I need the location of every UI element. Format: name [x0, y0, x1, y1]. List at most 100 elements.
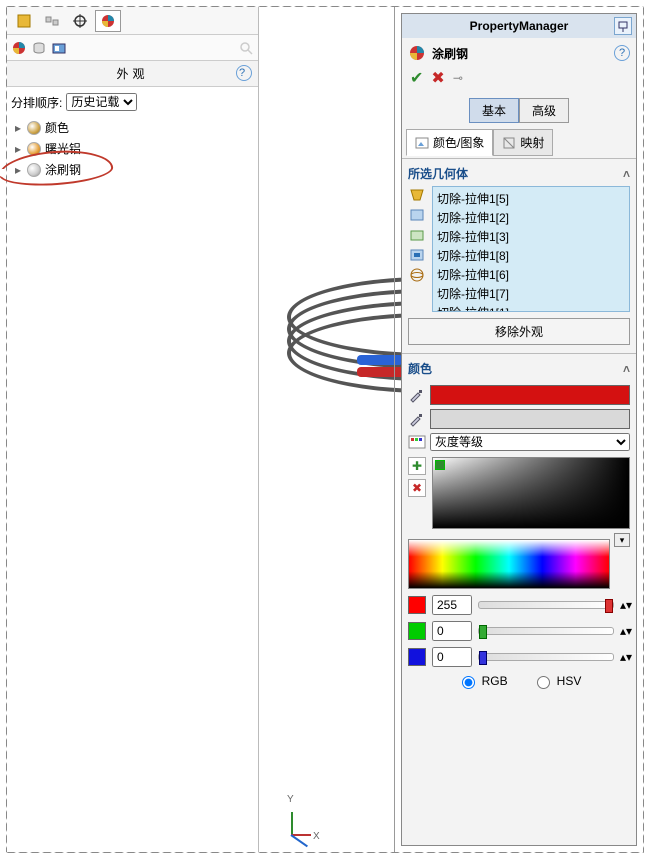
- pm-tabs: 颜色/图象 映射: [402, 127, 636, 158]
- ok-button[interactable]: ✔: [410, 68, 423, 88]
- sort-select[interactable]: 历史记载: [66, 93, 137, 111]
- appearance-tree: ▸ 颜色 ▸ 曙光铝 ▸ 涂刷钢: [7, 117, 258, 180]
- pm-title-bar: PropertyManager: [402, 14, 636, 38]
- hue-picker[interactable]: [408, 539, 610, 589]
- shade-selector[interactable]: [435, 460, 445, 470]
- geometry-section: 所选几何体 ˄ 切除-拉伸1[5] 切除-拉伸1[2] 切除-拉伸1[3] 切除…: [402, 158, 636, 353]
- b-slider[interactable]: [478, 653, 614, 661]
- property-manager: PropertyManager 涂刷钢 ? ✔ ✖ ⊸ 基本 高级 颜色/图象: [401, 13, 637, 846]
- r-swatch: [408, 596, 426, 614]
- pm-head: 涂刷钢 ?: [402, 38, 636, 68]
- target-icon[interactable]: [67, 10, 93, 32]
- axis-x-label: X: [313, 831, 320, 842]
- list-item: 切除-拉伸1[8]: [435, 246, 627, 265]
- db-icon[interactable]: [31, 40, 47, 56]
- add-color-button[interactable]: ✚: [408, 457, 426, 475]
- hsv-radio[interactable]: HSV: [532, 673, 582, 689]
- filter-feature-icon[interactable]: [408, 246, 428, 264]
- colorspace-row: RGB HSV: [408, 667, 630, 691]
- list-item: 切除-拉伸1[7]: [435, 284, 627, 303]
- sort-label: 分排顺序:: [11, 94, 62, 111]
- mode-row: 基本 高级: [402, 94, 636, 127]
- expand-icon[interactable]: ▸: [13, 121, 23, 135]
- eyedropper-icon[interactable]: [408, 387, 424, 403]
- geometry-header: 所选几何体: [408, 165, 468, 182]
- remove-appearance-button[interactable]: 移除外观: [408, 318, 630, 345]
- view-triad[interactable]: Y X: [281, 798, 325, 842]
- rgb-radio[interactable]: RGB: [457, 673, 508, 689]
- list-item: 切除-拉伸1[6]: [435, 265, 627, 284]
- grayscale-select[interactable]: 灰度等级: [430, 433, 630, 451]
- cancel-button[interactable]: ✖: [431, 68, 444, 88]
- help-icon[interactable]: ?: [236, 65, 252, 81]
- appearance-panel-title: 外观 ?: [7, 61, 258, 87]
- filter-body-icon[interactable]: [408, 206, 428, 224]
- search-icon[interactable]: [238, 40, 254, 56]
- appearance-title-text: 外观: [116, 65, 148, 82]
- pushpin-icon[interactable]: [614, 17, 632, 35]
- config-icon[interactable]: [39, 10, 65, 32]
- swatch-icon: [27, 163, 41, 177]
- shade-picker[interactable]: [432, 457, 630, 529]
- color-ball-icon[interactable]: [11, 40, 27, 56]
- axis-y-label: Y: [287, 794, 294, 836]
- mode-basic-button[interactable]: 基本: [469, 98, 519, 123]
- expand-icon[interactable]: ▸: [13, 142, 23, 156]
- swatch-icon: [27, 142, 41, 156]
- left-sub-strip: [7, 35, 258, 61]
- appearance-ball-icon: [408, 44, 426, 62]
- swatch-icon: [27, 121, 41, 135]
- color-section: 颜色 ˄ 灰度等级 ✚ ✖: [402, 353, 636, 699]
- eyedropper-icon[interactable]: [408, 411, 424, 427]
- spinner-icon[interactable]: ▴▾: [620, 598, 630, 612]
- tree-item-label: 曙光铝: [45, 140, 81, 157]
- feature-tree-icon[interactable]: [11, 10, 37, 32]
- list-item: 切除-拉伸1[1]: [435, 303, 627, 312]
- help-icon[interactable]: ?: [614, 45, 630, 61]
- model-viewport[interactable]: C Y X: [259, 7, 395, 852]
- list-item: 切除-拉伸1[2]: [435, 208, 627, 227]
- pm-name: 涂刷钢: [432, 45, 468, 62]
- tree-item[interactable]: ▸ 颜色: [13, 117, 252, 138]
- r-row: ▴▾: [408, 595, 630, 615]
- g-input[interactable]: [432, 621, 472, 641]
- expand-icon[interactable]: ▸: [13, 163, 23, 177]
- b-swatch: [408, 648, 426, 666]
- tree-item-brushed-steel[interactable]: ▸ 涂刷钢: [13, 159, 252, 180]
- list-item: 切除-拉伸1[5]: [435, 189, 627, 208]
- b-input[interactable]: [432, 647, 472, 667]
- spinner-icon[interactable]: ▴▾: [620, 624, 630, 638]
- list-item: 切除-拉伸1[3]: [435, 227, 627, 246]
- sort-row: 分排顺序: 历史记载: [7, 87, 258, 117]
- r-input[interactable]: [432, 595, 472, 615]
- tree-item[interactable]: ▸ 曙光铝: [13, 138, 252, 159]
- remove-color-button[interactable]: ✖: [408, 479, 426, 497]
- mode-advanced-button[interactable]: 高级: [519, 98, 569, 123]
- pm-title: PropertyManager: [470, 19, 569, 33]
- geometry-list[interactable]: 切除-拉伸1[5] 切除-拉伸1[2] 切除-拉伸1[3] 切除-拉伸1[8] …: [432, 186, 630, 312]
- tab-mapping[interactable]: 映射: [493, 129, 553, 156]
- tree-item-label: 颜色: [45, 119, 69, 136]
- secondary-color-swatch[interactable]: [430, 409, 630, 429]
- filter-face-icon[interactable]: [408, 226, 428, 244]
- mapping-icon: [502, 136, 516, 150]
- primary-color-swatch[interactable]: [430, 385, 630, 405]
- r-slider[interactable]: [478, 601, 614, 609]
- collapse-icon[interactable]: ˄: [623, 167, 630, 181]
- ok-cancel-row: ✔ ✖ ⊸: [402, 68, 636, 94]
- tab-color-image[interactable]: 颜色/图象: [406, 129, 493, 156]
- g-swatch: [408, 622, 426, 640]
- color-header: 颜色: [408, 360, 432, 377]
- hue-dropdown-icon[interactable]: ▾: [614, 533, 630, 547]
- appearance-tab-icon[interactable]: [95, 10, 121, 32]
- left-tab-strip: [7, 7, 258, 35]
- g-slider[interactable]: [478, 627, 614, 635]
- pin-icon[interactable]: ⊸: [453, 71, 463, 85]
- scene-icon[interactable]: [51, 40, 67, 56]
- palette-icon[interactable]: [408, 433, 426, 451]
- filter-surface-icon[interactable]: [408, 266, 428, 284]
- filter-part-icon[interactable]: [408, 186, 428, 204]
- left-panel: 外观 ? 分排顺序: 历史记载 ▸ 颜色 ▸ 曙光铝 ▸ 涂刷钢: [7, 7, 259, 852]
- spinner-icon[interactable]: ▴▾: [620, 650, 630, 664]
- collapse-icon[interactable]: ˄: [623, 362, 630, 376]
